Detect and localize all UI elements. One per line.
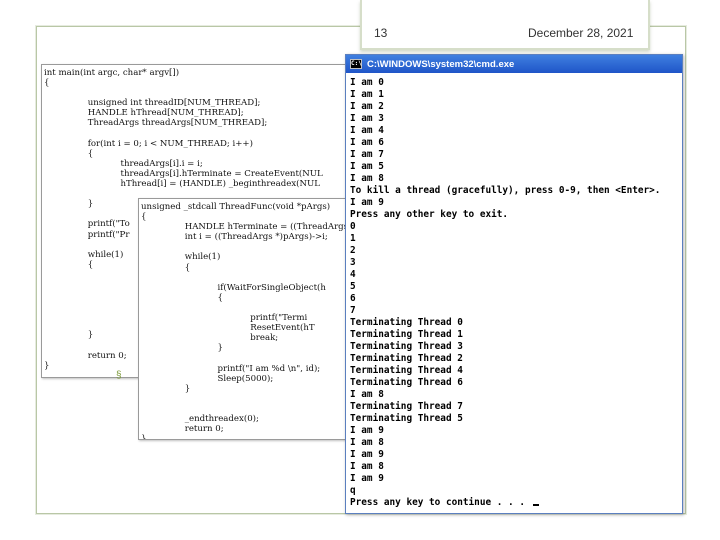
code-line: unsigned _stdcall ThreadFunc(void *pArgs… <box>141 202 331 212</box>
code-line: { <box>141 262 191 273</box>
code-line: { <box>141 292 223 303</box>
cmd-output-line: I am 8 <box>350 173 384 184</box>
cmd-output-line: 4 <box>350 269 356 280</box>
code-line: } <box>141 434 147 440</box>
code-line: { <box>44 78 50 89</box>
cmd-output-line: To kill a thread (gracefully), press 0-9… <box>350 185 661 196</box>
code-line: HANDLE hThread[NUM_THREAD]; <box>44 108 244 119</box>
cmd-output-line: I am 3 <box>350 113 384 124</box>
code-line: threadArgs[i].hTerminate = CreateEvent(N… <box>44 168 323 179</box>
cmd-output-line: Terminating Thread 6 <box>350 377 463 388</box>
cmd-output-line: Press any other key to exit. <box>350 209 509 220</box>
code-line: } <box>141 383 191 394</box>
cmd-output-line: 1 <box>350 233 356 244</box>
code-line: { <box>141 212 147 223</box>
cmd-icon: C:\ <box>350 59 362 69</box>
thread-function-code: unsigned _stdcall ThreadFunc(void *pArgs… <box>138 198 360 440</box>
code-line: if(WaitForSingleObject(h <box>141 282 326 293</box>
cmd-output-line: 2 <box>350 245 356 256</box>
cmd-output-line: Press any key to continue . . . <box>350 497 682 509</box>
cmd-window[interactable]: C:\ C:\WINDOWS\system32\cmd.exe I am 0I … <box>345 54 683 514</box>
cmd-titlebar[interactable]: C:\ C:\WINDOWS\system32\cmd.exe <box>346 55 682 73</box>
cmd-output-line: I am 8 <box>350 437 384 448</box>
code-line: ThreadArgs threadArgs[NUM_THREAD]; <box>44 118 268 129</box>
cmd-output-line: Terminating Thread 3 <box>350 341 463 352</box>
code-line: { <box>44 148 94 159</box>
code-line: _endthreadex(0); <box>141 413 259 424</box>
code-line: hThread[i] = (HANDLE) _beginthreadex(NUL <box>44 179 320 190</box>
cmd-output-line: I am 9 <box>350 425 384 436</box>
cmd-output-line: I am 8 <box>350 389 384 400</box>
slide-date: December 28, 2021 <box>528 26 634 40</box>
cmd-output-line: 6 <box>350 293 356 304</box>
cmd-output-line: q <box>350 485 356 496</box>
code-line: unsigned int threadID[NUM_THREAD]; <box>44 98 261 109</box>
slide-header-tab <box>360 0 650 50</box>
code-line: ResetEvent(hT <box>141 323 315 334</box>
cmd-output-line: I am 1 <box>350 89 384 100</box>
cmd-output-line: I am 5 <box>350 161 384 172</box>
code-line: int main(int argc, char* argv[]) <box>44 68 180 78</box>
code-line: while(1) <box>141 252 221 263</box>
code-line: threadArgs[i].i = i; <box>44 158 203 169</box>
code-line: HANDLE hTerminate = ((ThreadArgs <box>141 222 349 233</box>
cmd-output-line: Terminating Thread 5 <box>350 413 463 424</box>
cmd-output-line: Terminating Thread 0 <box>350 317 463 328</box>
code-line: printf("I am %d \n", id); <box>141 363 321 374</box>
slide: 13 December 28, 2021 int main(int argc, … <box>0 0 720 540</box>
code-line: return 0; <box>141 424 224 435</box>
cmd-output-line: I am 8 <box>350 461 384 472</box>
slide-bullet: § <box>116 370 122 381</box>
cmd-output-line: I am 0 <box>350 77 384 88</box>
cmd-output[interactable]: I am 0I am 1I am 2I am 3I am 4I am 6I am… <box>346 73 682 509</box>
cmd-output-line: Terminating Thread 1 <box>350 329 463 340</box>
code-line: int i = ((ThreadArgs *)pArgs)->i; <box>141 232 328 243</box>
code-line: for(int i = 0; i < NUM_THREAD; i++) <box>44 138 253 149</box>
cmd-output-line: 5 <box>350 281 356 292</box>
cmd-cursor <box>532 504 539 506</box>
cmd-output-line: I am 2 <box>350 101 384 112</box>
code-line: break; <box>141 333 279 344</box>
cmd-output-line: I am 4 <box>350 125 384 136</box>
cmd-output-line: 0 <box>350 221 356 232</box>
code-line: } <box>141 343 223 354</box>
code-line: Sleep(5000); <box>141 373 274 384</box>
cmd-output-line: Terminating Thread 2 <box>350 353 463 364</box>
cmd-output-line: Terminating Thread 4 <box>350 365 463 376</box>
cmd-output-line: Terminating Thread 7 <box>350 401 463 412</box>
slide-number: 13 <box>374 26 388 40</box>
code-line: printf("Termi <box>141 313 308 324</box>
cmd-output-line: I am 9 <box>350 197 384 208</box>
cmd-output-line: I am 6 <box>350 137 384 148</box>
cmd-output-line: I am 7 <box>350 149 384 160</box>
cmd-output-line: 7 <box>350 305 356 316</box>
cmd-output-line: 3 <box>350 257 356 268</box>
cmd-output-line: I am 9 <box>350 473 384 484</box>
cmd-output-line: I am 9 <box>350 449 384 460</box>
cmd-title: C:\WINDOWS\system32\cmd.exe <box>367 58 515 70</box>
